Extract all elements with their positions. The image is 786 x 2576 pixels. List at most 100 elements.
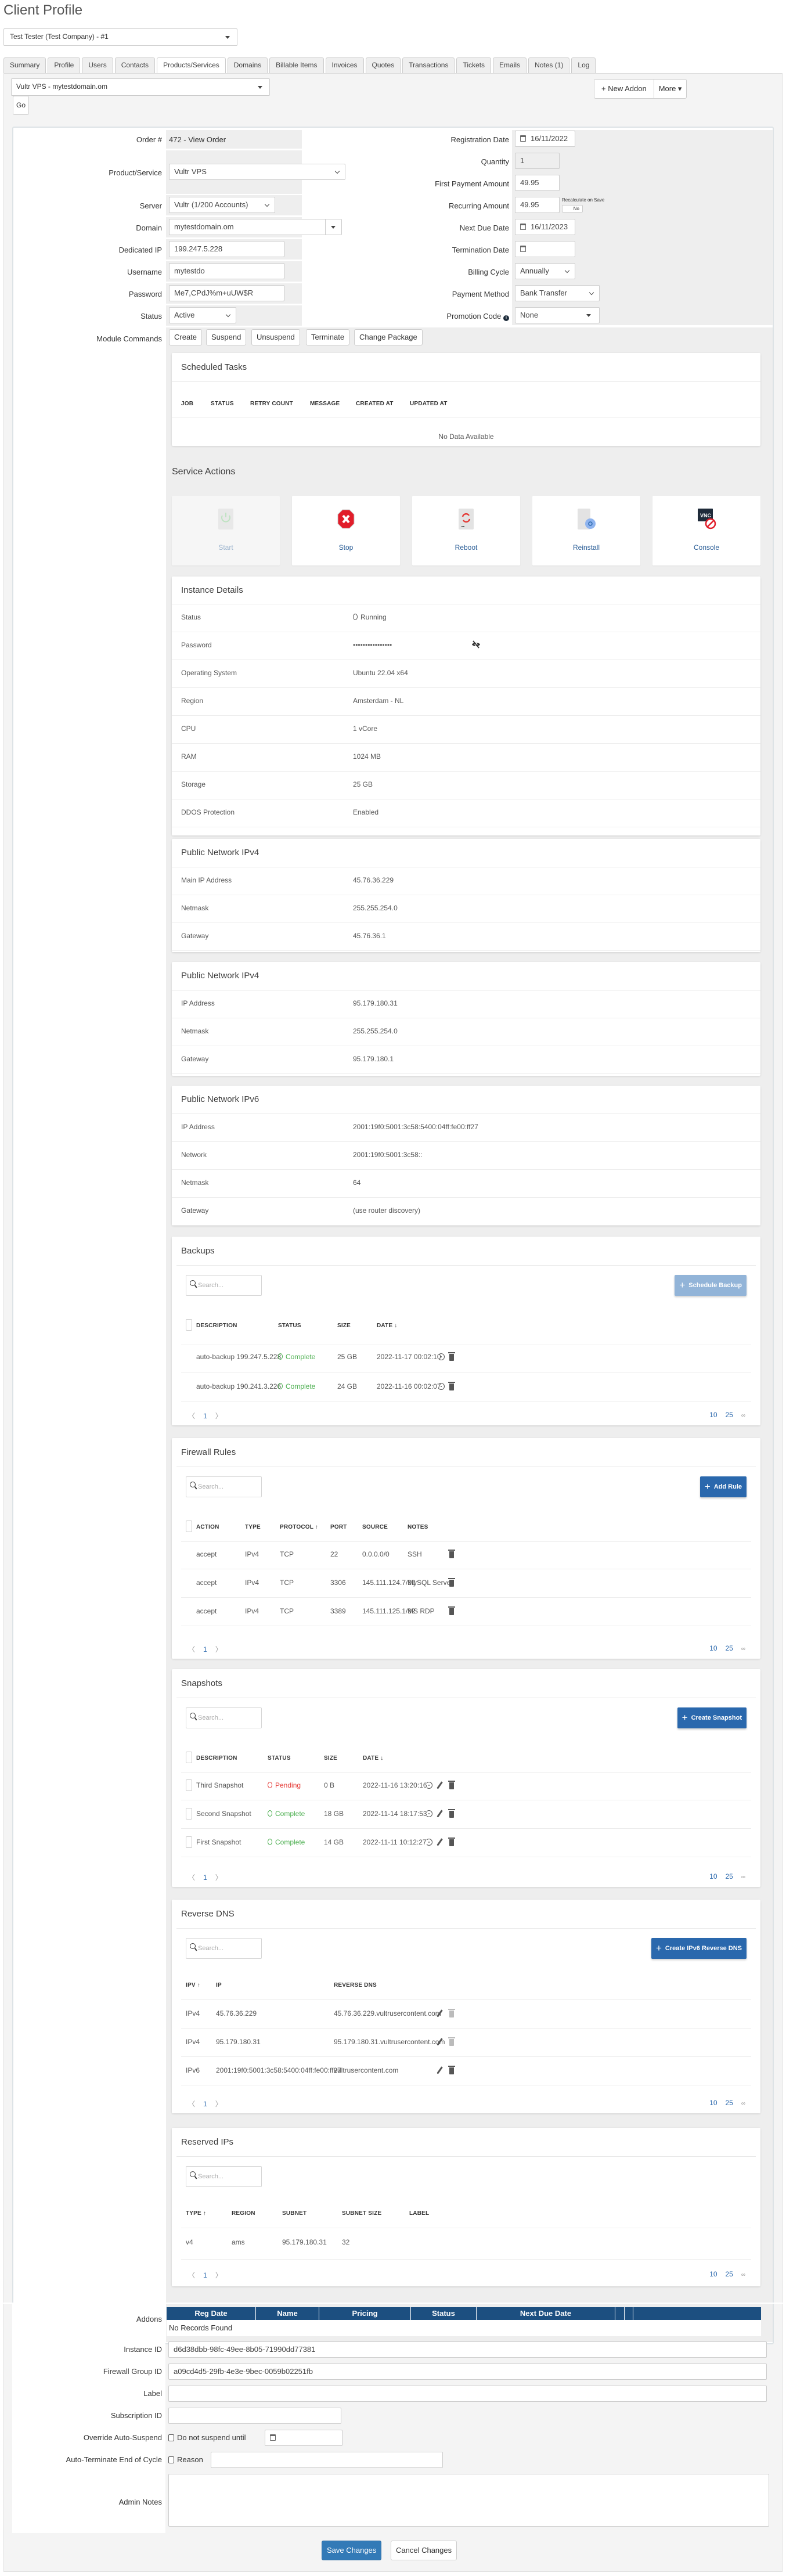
tab-tickets[interactable]: Tickets — [456, 57, 492, 73]
label-input[interactable] — [168, 2386, 767, 2402]
product-select[interactable]: Vultr VPS — [169, 164, 345, 180]
create-button[interactable]: Create — [169, 329, 203, 345]
prev-page-button[interactable]: 〈 — [188, 1645, 195, 1653]
page-size-25[interactable]: 25 — [726, 1644, 733, 1652]
restore-icon[interactable] — [426, 1782, 432, 1789]
page-size-25[interactable]: 25 — [726, 1872, 733, 1880]
terminate-reason-input[interactable] — [211, 2452, 443, 2468]
save-changes-button[interactable]: Save Changes — [322, 2541, 382, 2560]
page-size-10[interactable]: 10 — [709, 1644, 717, 1652]
page-size-10[interactable]: 10 — [709, 1411, 717, 1419]
cancel-changes-button[interactable]: Cancel Changes — [391, 2541, 457, 2560]
page-size-all[interactable]: ∞ — [741, 2272, 745, 2278]
pencil-icon[interactable] — [437, 1781, 443, 1789]
restore-icon[interactable] — [438, 1383, 445, 1390]
tab-contacts[interactable]: Contacts — [114, 57, 156, 73]
info-icon[interactable]: i — [503, 315, 509, 321]
page-size-10[interactable]: 10 — [709, 2270, 717, 2278]
trash-icon[interactable] — [448, 2066, 455, 2074]
suspend-until-date-input[interactable] — [265, 2430, 342, 2446]
next-due-date-input[interactable]: 16/11/2023 — [515, 219, 575, 235]
reverse-dns-search-input[interactable]: Search... — [186, 1938, 262, 1959]
page-number[interactable]: 1 — [203, 2100, 207, 2108]
tab-billable-items[interactable]: Billable Items — [269, 57, 324, 73]
page-size-25[interactable]: 25 — [726, 2099, 733, 2107]
eye-slash-icon[interactable] — [471, 640, 481, 649]
tab-transactions[interactable]: Transactions — [402, 57, 455, 73]
page-number[interactable]: 1 — [203, 1874, 207, 1882]
create-snapshot-button[interactable]: + Create Snapshot — [677, 1707, 747, 1728]
trash-icon[interactable] — [448, 1809, 455, 1818]
payment-method-select[interactable]: Bank Transfer — [515, 285, 600, 301]
select-all-checkbox[interactable] — [186, 1319, 192, 1331]
row-checkbox[interactable] — [186, 1779, 192, 1791]
client-selector[interactable]: Test Tester (Test Company) - #1 — [3, 28, 237, 46]
page-size-25[interactable]: 25 — [726, 1411, 733, 1419]
restore-icon[interactable] — [426, 1810, 432, 1817]
tab-profile[interactable]: Profile — [48, 57, 81, 73]
dedicated-ip-input[interactable]: 199.247.5.228 — [169, 241, 284, 257]
page-size-10[interactable]: 10 — [709, 1872, 717, 1880]
first-payment-input[interactable]: 49.95 — [515, 175, 560, 191]
next-page-button[interactable]: 〉 — [215, 1874, 222, 1882]
instance-id-input[interactable]: d6d38dbb-98fc-49ee-8b05-71990dd77381 — [168, 2341, 767, 2358]
order-link[interactable]: 472 - View Order — [169, 135, 226, 144]
page-size-all[interactable]: ∞ — [741, 2101, 745, 2107]
service-action-console[interactable]: VNC Console — [652, 496, 760, 565]
next-page-button[interactable]: 〉 — [215, 2100, 222, 2108]
firewall-search-input[interactable]: Search... — [186, 1476, 262, 1497]
page-size-all[interactable]: ∞ — [741, 1413, 745, 1419]
trash-icon[interactable] — [448, 1550, 455, 1558]
suspend-button[interactable]: Suspend — [206, 329, 247, 345]
tab-users[interactable]: Users — [82, 57, 113, 73]
next-page-button[interactable]: 〉 — [215, 1645, 222, 1653]
page-number[interactable]: 1 — [203, 1645, 207, 1653]
restore-icon[interactable] — [426, 1839, 432, 1846]
restore-icon[interactable] — [438, 1353, 445, 1360]
trash-icon[interactable] — [448, 1781, 455, 1789]
firewall-group-id-input[interactable]: a09cd4d5-29fb-4e3e-9bec-0059b02251fb — [168, 2364, 767, 2380]
prev-page-button[interactable]: 〈 — [188, 1412, 195, 1420]
admin-notes-textarea[interactable] — [168, 2474, 769, 2527]
billing-cycle-select[interactable]: Annually — [515, 263, 575, 279]
schedule-backup-button[interactable]: + Schedule Backup — [675, 1275, 747, 1296]
trash-icon[interactable] — [448, 1838, 455, 1846]
auto-terminate-checkbox[interactable] — [168, 2456, 174, 2463]
recalculate-toggle[interactable]: No — [562, 205, 583, 212]
service-action-reinstall[interactable]: Reinstall — [532, 496, 640, 565]
pencil-icon[interactable] — [437, 1838, 443, 1846]
tab-products-services[interactable]: Products/Services — [157, 57, 226, 74]
page-number[interactable]: 1 — [203, 1412, 207, 1420]
terminate-button[interactable]: Terminate — [306, 329, 350, 345]
unsuspend-button[interactable]: Unsuspend — [251, 329, 300, 345]
promotion-code-select[interactable]: None — [515, 307, 600, 323]
subscription-id-input[interactable] — [168, 2408, 341, 2424]
select-all-checkbox[interactable] — [186, 1752, 192, 1763]
tab-quotes[interactable]: Quotes — [365, 57, 401, 73]
domain-dropdown-toggle[interactable] — [325, 219, 341, 235]
override-auto-suspend-checkbox[interactable] — [168, 2434, 174, 2441]
password-input[interactable]: Me7,CPdJ%m+uUW$R — [169, 285, 284, 301]
change-package-button[interactable]: Change Package — [354, 329, 423, 345]
select-all-checkbox[interactable] — [186, 1521, 192, 1532]
service-action-reboot[interactable]: Reboot — [412, 496, 520, 565]
pencil-icon[interactable] — [437, 1810, 443, 1818]
service-selector[interactable]: Vultr VPS - mytestdomain.om — [11, 78, 270, 96]
tab-summary[interactable]: Summary — [3, 57, 46, 73]
next-page-button[interactable]: 〉 — [215, 2271, 222, 2279]
server-select[interactable]: Vultr (1/200 Accounts) — [169, 197, 275, 213]
page-size-25[interactable]: 25 — [726, 2270, 733, 2278]
snapshots-search-input[interactable]: Search... — [186, 1707, 262, 1728]
tab-invoices[interactable]: Invoices — [325, 57, 364, 73]
prev-page-button[interactable]: 〈 — [188, 2100, 195, 2108]
more-dropdown-button[interactable]: More ▾ — [653, 80, 687, 98]
termination-date-input[interactable] — [515, 241, 575, 257]
prev-page-button[interactable]: 〈 — [188, 1874, 195, 1882]
col-ipv[interactable]: IPV ↑ — [186, 1982, 200, 1988]
create-ipv6-reverse-dns-button[interactable]: + Create IPv6 Reverse DNS — [651, 1938, 747, 1959]
page-number[interactable]: 1 — [203, 2271, 207, 2279]
reserved-ips-search-input[interactable]: Search... — [186, 2166, 262, 2187]
col-date[interactable]: DATE ↓ — [363, 1755, 383, 1761]
col-date[interactable]: DATE ↓ — [377, 1323, 397, 1329]
pencil-icon[interactable] — [437, 2066, 443, 2074]
